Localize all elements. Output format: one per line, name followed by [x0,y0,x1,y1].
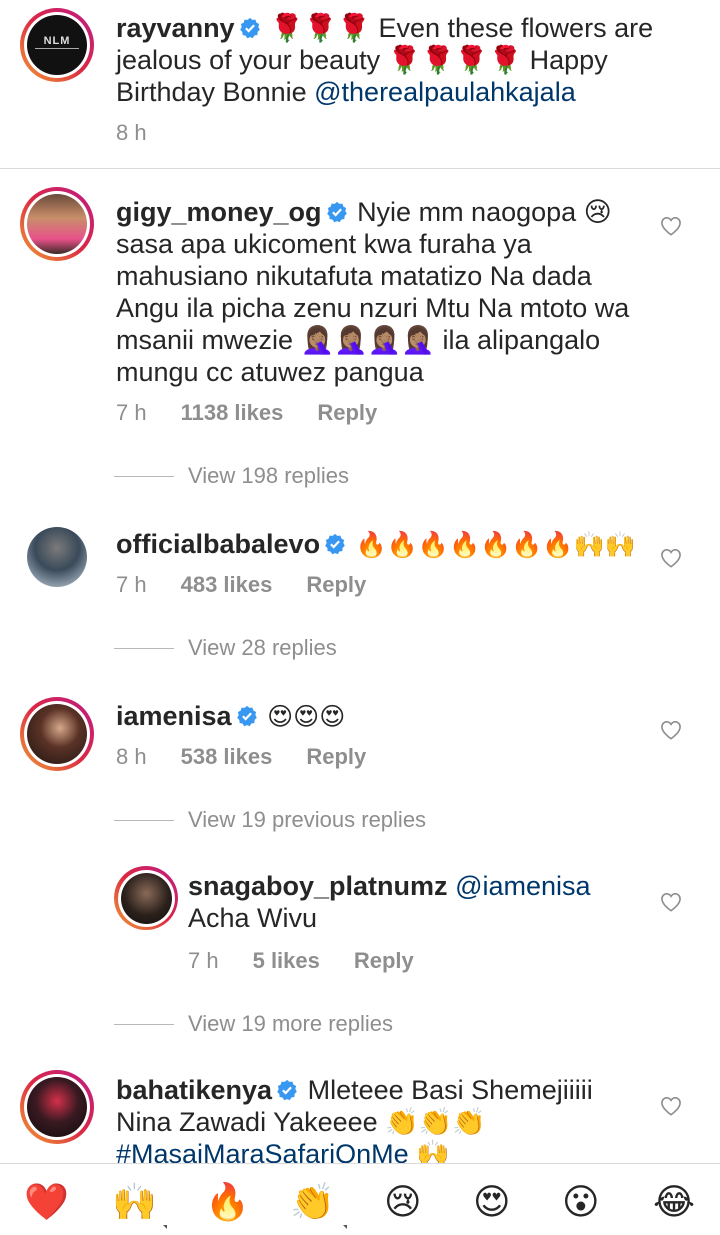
timestamp: 7 h [116,400,147,425]
comment-rayvanny: rayvanny 🌹🌹🌹 Even these flowers are jeal… [116,12,696,108]
like-heart-icon[interactable] [660,892,682,912]
mention-therealpaulahkajala[interactable]: @therealpaulahkajala [314,77,576,107]
crying-face-emoji-button[interactable]: 😢 [384,1182,422,1222]
surprised-face-emoji-button[interactable]: 😮 [562,1182,600,1222]
comment-gigy-money-og: gigy_money_og Nyie mm naogopa 😢 sasa apa… [116,196,636,388]
verified-badge-icon [239,17,260,39]
reply-button[interactable]: Reply [306,572,366,598]
timestamp: 8 h [116,744,147,769]
username-iamenisa[interactable]: iamenisa [116,701,232,731]
verified-badge-icon [326,201,347,223]
avatar-officialbabalevo[interactable] [20,520,94,594]
comment-meta-iamenisa: 8 h 538 likes Reply [116,744,366,770]
replies-dash [114,1023,174,1025]
verified-badge-icon [277,1079,297,1101]
likes-count[interactable]: 538 likes [181,744,273,770]
avatar-logo-text: NLM [43,35,71,47]
replies-dash [114,647,174,649]
avatar-gigy-money-og[interactable] [20,187,94,261]
view-replies-label[interactable]: View 28 replies [188,635,337,661]
fire-emoji-button[interactable]: 🔥 [205,1182,250,1222]
view-more-replies-label[interactable]: View 19 more replies [188,1011,393,1037]
reply-button[interactable]: Reply [317,400,377,426]
skin-tone-indicator-icon [163,1225,167,1229]
comment-officialbabalevo: officialbabalevo 🔥🔥🔥🔥🔥🔥🔥🙌🙌 [116,528,656,561]
emoji-reaction-bar: ❤️ 🙌 🔥 👏 😢 😍 😮 😂 [0,1163,720,1235]
avatar-snagaboy-platnumz[interactable] [114,866,178,930]
skin-tone-indicator-icon [343,1225,347,1229]
reply-button[interactable]: Reply [354,948,414,974]
avatar-iamenisa[interactable] [20,697,94,771]
view-replies-toggle[interactable]: View 198 replies [114,463,349,489]
comment-meta-rayvanny: 8 h [116,120,147,146]
replies-dash [114,819,174,821]
comment-iamenisa: iamenisa 😍😍😍 [116,700,656,733]
heart-eyes-emoji-button[interactable]: 😍 [473,1182,511,1222]
likes-count[interactable]: 483 likes [181,572,273,598]
username-bahatikenya[interactable]: bahatikenya [116,1075,272,1105]
comment-snagaboy-platnumz: snagaboy_platnumz @iamenisa Acha Wivu [188,870,648,934]
like-heart-icon[interactable] [660,1096,682,1116]
comment-meta-gigy-money-og: 7 h 1138 likes Reply [116,400,377,426]
mention-iamenisa[interactable]: @iamenisa [455,871,590,901]
view-more-replies-toggle[interactable]: View 19 more replies [114,1011,393,1037]
avatar-rayvanny[interactable]: NLM [20,8,94,82]
comment-text-iamenisa: 😍😍😍 [267,703,346,731]
replies-dash [114,475,174,477]
comment-meta-snagaboy-platnumz: 7 h 5 likes Reply [188,948,414,974]
like-heart-icon[interactable] [660,216,682,236]
username-rayvanny[interactable]: rayvanny [116,13,235,43]
raising-hands-emoji-button[interactable]: 🙌 [112,1182,157,1222]
comment-text-snagaboy-platnumz: Acha Wivu [188,903,318,933]
like-heart-icon[interactable] [660,720,682,740]
view-previous-replies-label[interactable]: View 19 previous replies [188,807,426,833]
likes-count[interactable]: 1138 likes [181,400,284,426]
verified-badge-icon [325,533,345,555]
avatar-bahatikenya[interactable] [20,1070,94,1144]
view-replies-label[interactable]: View 198 replies [188,463,349,489]
like-heart-icon[interactable] [660,548,682,568]
username-snagaboy-platnumz[interactable]: snagaboy_platnumz [188,871,448,901]
comment-bahatikenya: bahatikenya Mleteee Basi Shemejiiiii Nin… [116,1074,646,1170]
view-previous-replies-toggle[interactable]: View 19 previous replies [114,807,426,833]
timestamp: 7 h [116,572,147,597]
timestamp: 7 h [188,948,219,973]
verified-badge-icon [236,705,257,727]
caption-divider [0,168,720,169]
username-gigy-money-og[interactable]: gigy_money_og [116,197,322,227]
clapping-hands-emoji-button[interactable]: 👏 [290,1182,335,1222]
likes-count[interactable]: 5 likes [253,948,320,974]
reply-button[interactable]: Reply [306,744,366,770]
comment-text-officialbabalevo: 🔥🔥🔥🔥🔥🔥🔥🙌🙌 [355,531,636,559]
username-officialbabalevo[interactable]: officialbabalevo [116,529,320,559]
tears-of-joy-emoji-button[interactable]: 😂 [653,1182,695,1222]
timestamp: 8 h [116,120,147,145]
view-replies-toggle[interactable]: View 28 replies [114,635,337,661]
comment-meta-officialbabalevo: 7 h 483 likes Reply [116,572,366,598]
red-heart-emoji-button[interactable]: ❤️ [24,1182,69,1222]
